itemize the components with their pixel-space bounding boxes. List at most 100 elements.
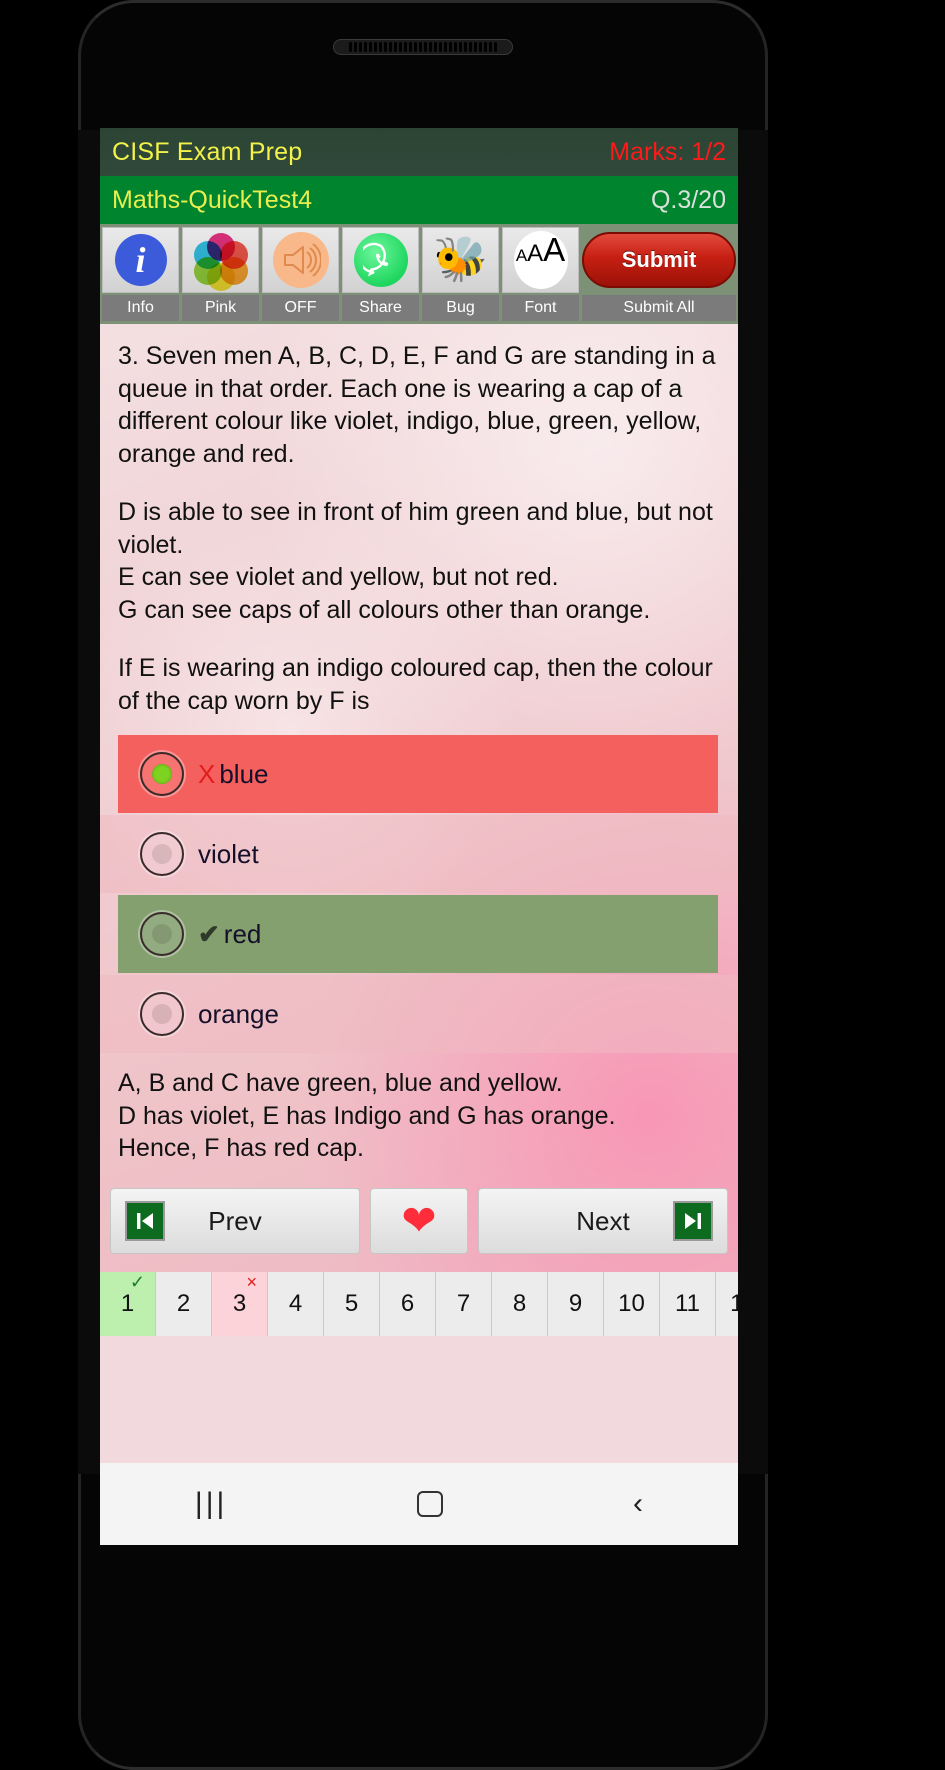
question-number-11[interactable]: 11 — [660, 1272, 716, 1336]
correct-badge-icon: ✓ — [129, 1272, 145, 1292]
question-number-2[interactable]: 2 — [156, 1272, 212, 1336]
toolbar-label-share[interactable]: Share — [342, 295, 419, 321]
question-clue-3: G can see caps of all colours other than… — [118, 595, 651, 624]
earpiece-speaker-icon — [333, 39, 513, 55]
question-number-6-label: 6 — [400, 1290, 415, 1317]
question-number-10-label: 10 — [618, 1290, 645, 1317]
share-button[interactable] — [342, 227, 419, 293]
phone-top-bezel — [78, 0, 768, 130]
question-prompt: If E is wearing an indigo coloured cap, … — [118, 654, 713, 715]
skip-previous-glyph — [137, 1213, 153, 1229]
test-name: Maths-QuickTest4 — [112, 185, 313, 214]
question-number-5[interactable]: 5 — [324, 1272, 380, 1336]
answer-options: X blue violet ✔ red orange — [100, 735, 738, 1053]
whatsapp-share-icon — [353, 233, 408, 287]
marks-display: Marks: 1/2 — [609, 137, 726, 166]
recents-icon[interactable]: ||| — [195, 1487, 227, 1521]
question-number-3[interactable]: × 3 — [212, 1272, 268, 1336]
next-button[interactable]: Next — [478, 1188, 728, 1254]
option-orange-label: orange — [198, 999, 279, 1030]
question-clue-1: D is able to see in front of him green a… — [118, 498, 713, 559]
question-number-4-label: 4 — [288, 1290, 303, 1317]
next-label: Next — [576, 1205, 630, 1236]
radio-red[interactable] — [140, 912, 184, 956]
option-red-label: ✔ red — [198, 919, 261, 950]
option-violet-label: violet — [198, 839, 259, 870]
radio-dot — [152, 764, 172, 784]
submit-button[interactable]: Submit — [582, 227, 736, 293]
option-orange-text: orange — [198, 998, 279, 1029]
radio-dot — [152, 924, 172, 944]
radio-orange[interactable] — [140, 992, 184, 1036]
skip-previous-icon — [125, 1201, 165, 1241]
question-number-8-label: 8 — [512, 1290, 527, 1317]
question-number-11-label: 11 — [675, 1290, 700, 1317]
toolbar-label-off[interactable]: OFF — [262, 295, 339, 321]
explanation-line-2: D has violet, E has Indigo and G has ora… — [118, 1101, 616, 1130]
test-header: Maths-QuickTest4 Q.3/20 — [100, 176, 738, 224]
question-number-12-label: 12 — [730, 1290, 738, 1317]
option-blue[interactable]: X blue — [118, 735, 718, 813]
option-red[interactable]: ✔ red — [118, 895, 718, 973]
question-number-7[interactable]: 7 — [436, 1272, 492, 1336]
skip-next-icon — [673, 1201, 713, 1241]
question-number-3-label: 3 — [232, 1290, 247, 1317]
question-number-9-label: 9 — [568, 1290, 583, 1317]
ladybug-icon: 🐝 — [433, 235, 488, 284]
toolbar-label-pink[interactable]: Pink — [182, 295, 259, 321]
heart-icon: ❤ — [401, 1197, 437, 1244]
radio-violet[interactable] — [140, 832, 184, 876]
skip-next-glyph — [685, 1213, 701, 1229]
toolbar-label-info[interactable]: Info — [102, 295, 179, 321]
report-bug-button[interactable]: 🐝 — [422, 227, 499, 293]
wrong-badge-icon: × — [246, 1272, 257, 1292]
option-blue-text: blue — [219, 758, 269, 789]
correct-marker-icon: ✔ — [198, 918, 220, 949]
question-number-9[interactable]: 9 — [548, 1272, 604, 1336]
toolbar: i 🐝 A A A Submit — [100, 224, 738, 295]
option-blue-label: X blue — [198, 759, 269, 790]
question-nav-bar: Prev ❤ Next — [100, 1188, 738, 1254]
question-number-5-label: 5 — [344, 1290, 359, 1317]
incorrect-marker-icon: X — [198, 758, 216, 789]
back-icon[interactable]: ‹ — [633, 1487, 643, 1521]
font-size-icon: AAA — [513, 231, 568, 289]
question-number-1[interactable]: ✓ 1 — [100, 1272, 156, 1336]
toolbar-labels: Info Pink OFF Share Bug Font Submit All — [100, 295, 738, 324]
app-screen: CISF Exam Prep Marks: 1/2 Maths-QuickTes… — [100, 128, 738, 1463]
explanation-line-1: A, B and C have green, blue and yellow. — [118, 1069, 563, 1097]
option-violet-text: violet — [198, 838, 259, 869]
question-number-7-label: 7 — [456, 1290, 471, 1317]
option-red-text: red — [223, 918, 262, 949]
explanation: A, B and C have green, blue and yellow. … — [118, 1067, 720, 1165]
home-square-icon[interactable] — [417, 1491, 444, 1517]
question-number-1-label: 1 — [120, 1290, 135, 1317]
screenshot-root: CISF Exam Prep Marks: 1/2 Maths-QuickTes… — [0, 0, 945, 1770]
question-content: 3. Seven men A, B, C, D, E, F and G are … — [100, 324, 738, 1336]
favourite-button[interactable]: ❤ — [370, 1188, 468, 1254]
info-button[interactable]: i — [102, 227, 179, 293]
paragraph-spacer-2 — [118, 626, 720, 652]
prev-button[interactable]: Prev — [110, 1188, 360, 1254]
option-orange[interactable]: orange — [100, 975, 738, 1053]
option-violet[interactable]: violet — [100, 815, 738, 893]
prev-label: Prev — [208, 1205, 262, 1236]
question-number-6[interactable]: 6 — [380, 1272, 436, 1336]
radio-dot — [152, 844, 172, 864]
sound-toggle-button[interactable] — [262, 227, 339, 293]
theme-color-button[interactable] — [182, 227, 259, 293]
submit-all-button[interactable]: Submit All — [582, 295, 736, 321]
font-size-button[interactable]: AAA — [502, 227, 579, 293]
system-navigation-bar: ||| ‹ — [100, 1463, 738, 1545]
toolbar-label-bug[interactable]: Bug — [422, 295, 499, 321]
question-number-strip: ✓ 1 2 × 3 4 5 6 7 8 9 10 11 1 — [100, 1272, 738, 1336]
app-header: CISF Exam Prep Marks: 1/2 — [100, 128, 738, 176]
explanation-line-3: Hence, F has red cap. — [118, 1134, 364, 1162]
question-number-4[interactable]: 4 — [268, 1272, 324, 1336]
toolbar-label-font[interactable]: Font — [502, 295, 579, 321]
radio-blue[interactable] — [140, 752, 184, 796]
question-number-10[interactable]: 10 — [604, 1272, 660, 1336]
palette-icon — [193, 233, 248, 291]
question-number-8[interactable]: 8 — [492, 1272, 548, 1336]
question-number-12[interactable]: 12 — [716, 1272, 738, 1336]
